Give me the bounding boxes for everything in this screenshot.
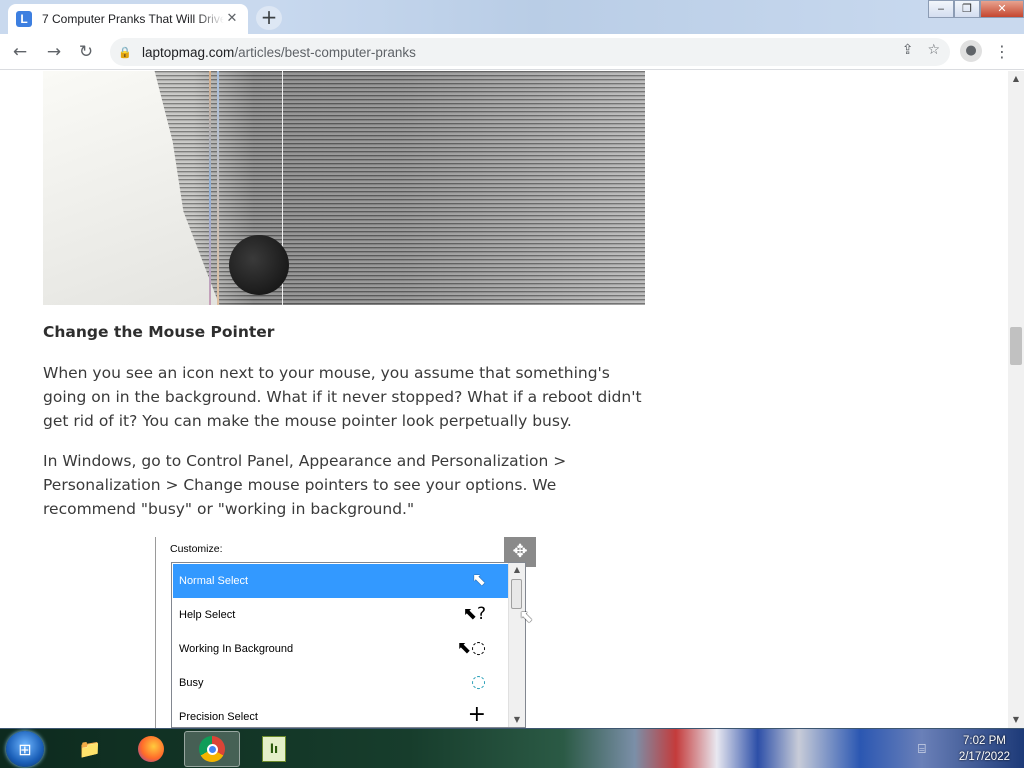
page-scrollbar[interactable]: ▲ ▼ [1008, 71, 1024, 728]
arrow-cursor-icon: ⬉ [471, 570, 486, 590]
pointer-row-label: Precision Select [179, 711, 258, 723]
laptopmag-favicon-icon: L [16, 11, 32, 27]
network-icon[interactable]: ⌸ [918, 742, 938, 757]
pointer-row-normal-select: Normal Select ⬉ [173, 564, 508, 598]
reload-button[interactable]: ↻ [74, 40, 98, 64]
crosshair-cursor-icon: + [467, 702, 486, 727]
clock-date: 2/17/2022 [958, 751, 1010, 763]
working-background-cursor-icon: ⬉◌ [456, 638, 486, 658]
help-cursor-icon: ⬉? [462, 604, 486, 624]
article-paragraph: In Windows, go to Control Panel, Appeara… [43, 452, 567, 518]
lock-icon[interactable]: 🔒 [118, 46, 132, 59]
browser-toolbar: ← → ↻ 🔒 laptopmag.com/articles/best-comp… [0, 34, 1024, 70]
hero-color-stripe [217, 71, 219, 305]
profile-avatar-icon[interactable]: ● [960, 40, 982, 62]
folder-icon: 📁 [78, 738, 102, 760]
hero-white-region [43, 71, 220, 305]
pointer-row-label: Normal Select [179, 575, 249, 587]
taskbar-firefox[interactable] [123, 731, 179, 767]
title-bar-background [280, 0, 920, 34]
forward-button[interactable]: → [42, 40, 66, 64]
pointer-list-scroll-thumb [511, 579, 522, 609]
pointer-list: Normal Select ⬉ Help Select ⬉? Working I… [171, 562, 526, 728]
start-button[interactable]: ⊞ [6, 731, 44, 767]
chrome-icon [199, 736, 225, 762]
bookmark-star-icon[interactable]: ☆ [927, 42, 940, 58]
pointer-row-help-select: Help Select ⬉? [173, 598, 508, 632]
mouse-cursor-icon: ⬉ [519, 607, 534, 627]
taskbar-chrome[interactable] [184, 731, 240, 767]
page-scroll-thumb[interactable] [1010, 327, 1022, 365]
article-hero-image [43, 71, 645, 305]
busy-cursor-icon: ◌ [471, 672, 486, 692]
taskbar-explorer[interactable]: 📁 [62, 731, 118, 767]
pointer-row-busy: Busy ◌ [173, 666, 508, 700]
back-button[interactable]: ← [8, 40, 32, 64]
tab-close-icon[interactable]: ✕ [224, 11, 240, 27]
pointer-row-working-background: Working In Background ⬉◌ [173, 632, 508, 666]
close-window-button[interactable]: ✕ [980, 0, 1024, 18]
url-text[interactable]: laptopmag.com/articles/best-computer-pra… [142, 45, 416, 60]
tab-title: 7 Computer Pranks That Will Drive Your F… [42, 12, 224, 26]
minimize-button[interactable]: ‒ [928, 0, 954, 18]
section-heading: Change the Mouse Pointer [43, 323, 275, 341]
windows-taskbar: ⊞ 📁 lı ⌸ 7:02 PM 2/17/2022 [0, 728, 1024, 768]
browser-tab[interactable]: L 7 Computer Pranks That Will Drive Your… [8, 4, 248, 34]
customize-label: Customize: [170, 543, 223, 555]
windows-logo-icon: ⊞ [18, 739, 32, 759]
firefox-icon [138, 736, 164, 762]
page-scroll-up-icon[interactable]: ▲ [1008, 71, 1024, 87]
pointer-list-scrollbar: ▲ ▼ [508, 563, 525, 727]
page-viewport: Change the Mouse Pointer When you see an… [0, 71, 1008, 728]
pointer-row-label: Busy [179, 677, 204, 689]
hero-color-stripe [209, 71, 211, 305]
maximize-button[interactable]: ❐ [954, 0, 980, 18]
taskbar-clock[interactable]: 7:02 PM 2/17/2022 [959, 733, 1010, 765]
page-scroll-down-icon[interactable]: ▼ [1008, 712, 1024, 728]
pointer-row-label: Help Select [179, 609, 236, 621]
scroll-down-icon: ▼ [513, 715, 521, 724]
title-bar: L 7 Computer Pranks That Will Drive Your… [0, 0, 1024, 34]
article-paragraph: When you see an icon next to your mouse,… [43, 364, 642, 430]
url-domain: laptopmag.com [142, 44, 235, 60]
browser-menu-icon[interactable]: ⋮ [994, 40, 1010, 64]
taskbar-app[interactable]: lı [246, 731, 302, 767]
clock-time: 7:02 PM [963, 735, 1006, 747]
pointer-dialog-screenshot: Customize: ✥ Normal Select ⬉ Help Select… [155, 537, 536, 728]
pointer-row-label: Working In Background [179, 643, 294, 655]
address-bar[interactable]: 🔒 laptopmag.com/articles/best-computer-p… [110, 38, 950, 66]
chart-app-icon: lı [262, 736, 286, 762]
pointer-row-precision-select: Precision Select + [173, 700, 508, 727]
window-controls: ‒ ❐ ✕ [928, 0, 1024, 18]
new-tab-button[interactable]: + [256, 6, 282, 30]
share-icon[interactable]: ⇪ [902, 42, 914, 58]
omnibox-actions: ⇪ ☆ [902, 42, 940, 58]
hero-black-ball [229, 235, 289, 295]
scroll-up-icon: ▲ [513, 565, 521, 574]
url-path: /articles/best-computer-pranks [234, 44, 416, 60]
